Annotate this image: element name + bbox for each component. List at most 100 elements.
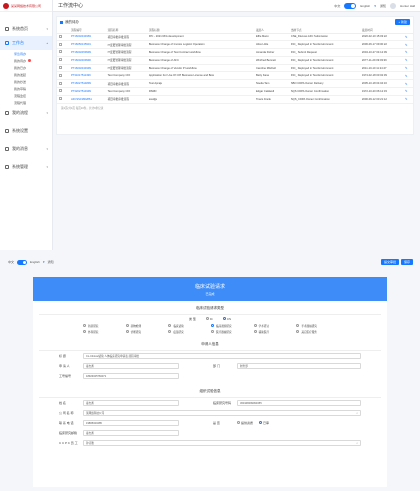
phone-input[interactable]: 19865020485	[83, 420, 179, 426]
notice-label[interactable]: 通知	[48, 260, 54, 264]
edit-icon[interactable]: ✎	[405, 89, 408, 93]
notice-label[interactable]: 通知	[380, 4, 386, 8]
department-input[interactable]: 财务部	[237, 363, 361, 369]
row-checkbox[interactable]	[59, 34, 62, 38]
category-checkbox[interactable]: 辅助医疗	[253, 329, 295, 334]
table-cell[interactable]: PT16002434969	[69, 33, 106, 42]
radio-ic[interactable]: IC	[205, 317, 213, 321]
category-checkbox[interactable]: 新药研究	[83, 323, 124, 328]
table-row[interactable]: PT16002469990 IT变更管理审批流程 Business Change o…	[57, 56, 413, 65]
category-checkbox[interactable]: 手术器械研究	[296, 323, 337, 328]
row-checkbox-cell	[57, 64, 69, 73]
email-input[interactable]: 秦志勇	[83, 430, 179, 436]
sidebar-item-home[interactable]: 系统首页 ▾	[0, 22, 52, 36]
edit-icon[interactable]: ✎	[405, 43, 408, 47]
table-cell[interactable]: PT16027514899	[69, 79, 106, 89]
sidebar-sub-urgent[interactable]: 紧急待办	[0, 50, 52, 57]
row-checkbox[interactable]	[59, 97, 62, 101]
table-cell[interactable]: AFCSS19802861	[69, 95, 106, 104]
save-button[interactable]: 保存	[400, 259, 413, 265]
row-checkbox[interactable]	[59, 42, 62, 46]
row-checkbox[interactable]	[59, 89, 62, 93]
field-label: 部 门	[213, 364, 220, 368]
row-checkbox[interactable]	[59, 73, 62, 77]
row-checkbox[interactable]	[59, 50, 62, 54]
sidebar-sub-todo[interactable]: 我的待办	[0, 57, 52, 64]
sidebar-sub-draft[interactable]: 我的草稿	[0, 85, 52, 92]
bell-icon[interactable]: ♥	[43, 260, 45, 264]
table-cell[interactable]: PT16002434999	[69, 64, 106, 73]
table-cell: Test Company CIO	[105, 71, 147, 81]
search-icon[interactable]: ⌕	[356, 441, 358, 445]
sidebar-sub-monitor[interactable]: 流程监控	[0, 92, 52, 99]
title-input[interactable]: CL-Clinical试验 人体临床研究申请表-流程审批	[83, 353, 361, 359]
ccpc-input[interactable]: 孙诗雅 ⌕	[83, 440, 361, 446]
category-checkbox[interactable]: 外科研究	[83, 329, 124, 334]
sidebar-sub-agent[interactable]: 流程代理	[0, 99, 52, 106]
radio-option[interactable]: 提供资质	[237, 421, 253, 425]
sidebar-item-label: 我的消息	[12, 146, 28, 151]
submit-button[interactable]: 提交审批	[380, 259, 399, 265]
radio-cs[interactable]: CS	[222, 317, 231, 321]
category-checkbox[interactable]: 医疗器械研究	[211, 329, 252, 334]
sidebar-item-messages[interactable]: 我的消息 ▾	[0, 142, 52, 156]
bell-icon[interactable]: ♥	[374, 4, 376, 8]
edit-icon[interactable]: ✎	[405, 35, 408, 39]
table-cell[interactable]: PT16050135901	[69, 40, 106, 50]
company-value: 某网络科技公司	[86, 412, 105, 415]
language-toggle[interactable]	[344, 2, 357, 9]
table-row[interactable]: PT16002459999 IT变更管理审批流程 Business Change o…	[57, 48, 413, 57]
sidebar-item-settings[interactable]: 系统设置	[0, 124, 52, 138]
table-cell[interactable]: PT31017511339	[69, 71, 106, 81]
checkbox-icon	[125, 324, 129, 327]
search-icon[interactable]: ⌕	[356, 411, 358, 415]
select-all-checkbox[interactable]	[60, 20, 63, 24]
sidebar-item-process[interactable]: 我的流程 ▾	[0, 106, 52, 120]
category-checkbox[interactable]: 药物检测	[125, 323, 167, 328]
table-cell: Alice Little	[253, 40, 289, 50]
table-cell: Business Change of Test Contract workflo…	[146, 48, 254, 57]
edit-icon[interactable]: ✎	[405, 74, 408, 78]
language-toggle[interactable]	[17, 259, 28, 265]
sidebar-sub-started[interactable]: 我的发起	[0, 71, 52, 78]
table-row[interactable]: PT16002434969 项目审批审批流程 IPC - 2021 RFA deve…	[57, 33, 413, 42]
category-checkbox[interactable]: 其它医疗服务	[296, 329, 337, 334]
table-cell[interactable]: PT16002469990	[69, 56, 106, 65]
research-id-input[interactable]: 360108499093455	[237, 400, 361, 406]
row-checkbox[interactable]	[59, 58, 62, 62]
edit-icon[interactable]: ✎	[405, 58, 408, 62]
category-checkbox[interactable]: 学术研讨	[253, 323, 295, 328]
sidebar-sub-cc[interactable]: 我的抄送	[0, 78, 52, 85]
edit-icon[interactable]: ✎	[405, 82, 408, 86]
table-row[interactable]: PT16002434999 IT变更管理审批流程 Business Change o…	[57, 64, 413, 73]
sidebar-item-workbench[interactable]: 工作台 ▴	[0, 36, 52, 50]
table-row[interactable]: PT16050135901 IT变更管理审批流程 Business Change o…	[57, 40, 413, 50]
edit-icon[interactable]: ✎	[405, 50, 408, 54]
edit-icon[interactable]: ✎	[405, 97, 408, 101]
table-row[interactable]: AFCSS19802861 项目审批审批流程 sssdjjs Travis Frank…	[57, 95, 413, 104]
table-row[interactable]: PT16027514899 项目审批审批流程 Test Apraju Noelia T…	[57, 79, 413, 89]
edit-icon[interactable]: ✎	[405, 66, 408, 70]
employee-id-input[interactable]: 18923025784371	[83, 373, 179, 379]
name-input[interactable]: 秦志勇	[83, 400, 179, 406]
category-checkbox[interactable]: 诊断研究	[125, 329, 167, 334]
applicant-input[interactable]: 秦志勇	[83, 363, 179, 369]
add-button[interactable]: + 新建	[395, 19, 410, 25]
category-checkbox[interactable]: 疫苗研究	[168, 329, 209, 334]
row-checkbox[interactable]	[59, 81, 62, 85]
sidebar-sub-done[interactable]: 我的已办	[0, 64, 52, 71]
avatar[interactable]	[389, 2, 396, 9]
table-cell[interactable]: PT32027514999	[69, 87, 106, 96]
table-cell[interactable]: PT16002459999	[69, 48, 106, 57]
table-row[interactable]: PT32027514999 Test Company CIO RSRD Edgar C…	[57, 87, 413, 96]
table-cell: Edgar Caldwell	[253, 87, 289, 96]
user-name[interactable]: Hunter Hall	[400, 4, 415, 8]
row-checkbox[interactable]	[59, 66, 62, 70]
sidebar-item-admin[interactable]: 系统管理 ▾	[0, 160, 52, 174]
table-row[interactable]: PT31017511339 Test Company CIO Application…	[57, 71, 413, 81]
radio-option[interactable]: 已审	[259, 421, 269, 425]
checkbox-icon	[296, 324, 300, 327]
category-checkbox[interactable]: 临床观察研究	[211, 323, 252, 328]
category-checkbox[interactable]: 临床试验	[168, 323, 209, 328]
company-input[interactable]: 某网络科技公司 ⌕	[83, 410, 361, 416]
